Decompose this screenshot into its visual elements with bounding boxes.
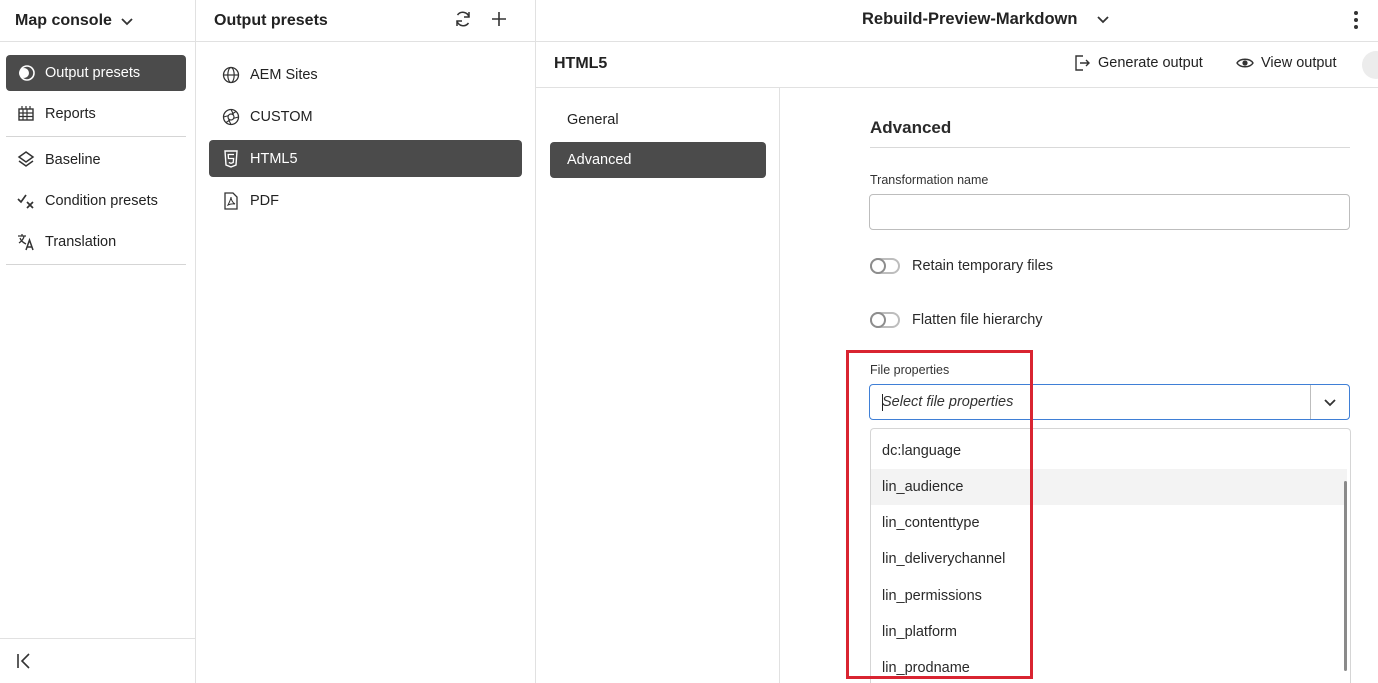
preset-item-label: CUSTOM [250, 108, 313, 125]
retain-temp-row[interactable]: Retain temporary files [870, 258, 1053, 274]
preset-item-label: AEM Sites [250, 66, 318, 83]
view-output-button[interactable]: View output [1236, 54, 1337, 72]
nav-item-label: Reports [45, 106, 96, 122]
tab-advanced[interactable]: Advanced [550, 142, 766, 178]
aperture-icon [222, 108, 240, 125]
presets-panel: Output presets AEM Sites CUSTOM HTML5 PD… [196, 0, 536, 683]
section-divider [870, 147, 1350, 148]
map-console-title: Map console [15, 11, 112, 29]
left-nav: Map console Output presets Reports Basel… [0, 0, 196, 683]
file-property-option[interactable]: lin_permissions [871, 578, 1347, 614]
export-icon [1075, 55, 1090, 71]
nav-item-reports[interactable]: Reports [6, 96, 186, 132]
file-properties-dropdown-button[interactable] [1310, 385, 1349, 419]
add-icon[interactable] [489, 9, 509, 29]
overflow-button[interactable] [1362, 51, 1378, 79]
nav-item-output-presets[interactable]: Output presets [6, 55, 186, 91]
preset-item-aem-sites[interactable]: AEM Sites [209, 56, 522, 93]
preset-item-label: PDF [250, 192, 279, 209]
flatten-toggle[interactable] [870, 312, 900, 328]
nav-item-label: Baseline [45, 152, 101, 168]
nav-item-condition-presets[interactable]: Condition presets [6, 183, 186, 219]
generate-output-button[interactable]: Generate output [1073, 54, 1203, 72]
file-property-option[interactable]: lin_platform [871, 614, 1347, 650]
retain-temp-label: Retain temporary files [912, 258, 1054, 274]
file-property-option[interactable]: lin_audience [871, 469, 1347, 505]
preset-item-html5[interactable]: HTML5 [209, 140, 522, 177]
condition-presets-icon [17, 194, 34, 209]
text-cursor [882, 394, 883, 411]
tab-label: Advanced [567, 152, 632, 168]
chevron-down-icon [1324, 399, 1336, 407]
section-heading: Advanced [870, 118, 952, 137]
file-properties-listbox: dc:language lin_audience lin_contenttype… [870, 428, 1351, 683]
translation-icon [18, 234, 34, 251]
chevron-down-icon [121, 17, 133, 25]
pdf-icon [224, 191, 238, 210]
eye-icon [1236, 58, 1254, 68]
collapse-nav-button[interactable] [0, 638, 195, 683]
preset-item-label: HTML5 [250, 150, 298, 167]
file-property-option[interactable]: dc:language [871, 433, 1347, 469]
flatten-row[interactable]: Flatten file hierarchy [870, 312, 1043, 328]
collapse-left-icon [17, 653, 30, 669]
file-properties-label: File properties [870, 363, 950, 377]
baseline-icon [17, 151, 35, 167]
file-properties-combobox[interactable] [869, 384, 1350, 420]
presets-panel-title: Output presets [214, 11, 328, 29]
retain-temp-toggle[interactable] [870, 258, 900, 274]
preset-title: HTML5 [554, 55, 608, 72]
top-bar: Rebuild-Preview-Markdown [536, 0, 1378, 42]
file-property-option[interactable]: lin_contenttype [871, 505, 1347, 541]
nav-item-translation[interactable]: Translation [6, 224, 186, 260]
output-presets-icon [19, 65, 35, 81]
map-console-switcher[interactable]: Map console [0, 0, 195, 42]
nav-divider [6, 136, 186, 137]
listbox-scrollbar[interactable] [1344, 481, 1347, 671]
chevron-down-icon[interactable] [1096, 12, 1110, 26]
flatten-label: Flatten file hierarchy [912, 312, 1043, 328]
tab-label: General [567, 112, 619, 128]
preset-item-custom[interactable]: CUSTOM [209, 98, 522, 135]
file-property-option[interactable]: lin_deliverychannel [871, 541, 1347, 577]
document-title[interactable]: Rebuild-Preview-Markdown [862, 10, 1077, 29]
nav-item-label: Condition presets [45, 193, 158, 209]
nav-item-label: Translation [45, 234, 117, 250]
tab-general[interactable]: General [550, 102, 766, 138]
nav-item-baseline[interactable]: Baseline [6, 142, 186, 178]
nav-item-label: Output presets [45, 65, 141, 81]
advanced-form: Advanced Transformation name Retain temp… [780, 88, 1378, 683]
preset-toolbar: HTML5 Generate output View output [536, 42, 1378, 88]
file-property-option[interactable]: lin_prodname [871, 650, 1347, 683]
preset-item-pdf[interactable]: PDF [209, 182, 522, 219]
nav-divider [6, 264, 186, 265]
transformation-name-label: Transformation name [870, 173, 989, 187]
html5-icon [224, 149, 238, 168]
transformation-name-input[interactable] [869, 194, 1350, 230]
globe-icon [222, 66, 240, 83]
refresh-icon[interactable] [453, 9, 473, 29]
generate-output-label: Generate output [1098, 55, 1203, 71]
reports-icon [18, 106, 34, 121]
file-properties-input[interactable] [870, 385, 1310, 419]
view-output-label: View output [1261, 55, 1337, 71]
settings-tabs: General Advanced [536, 88, 780, 683]
more-options-icon[interactable] [1348, 9, 1364, 31]
